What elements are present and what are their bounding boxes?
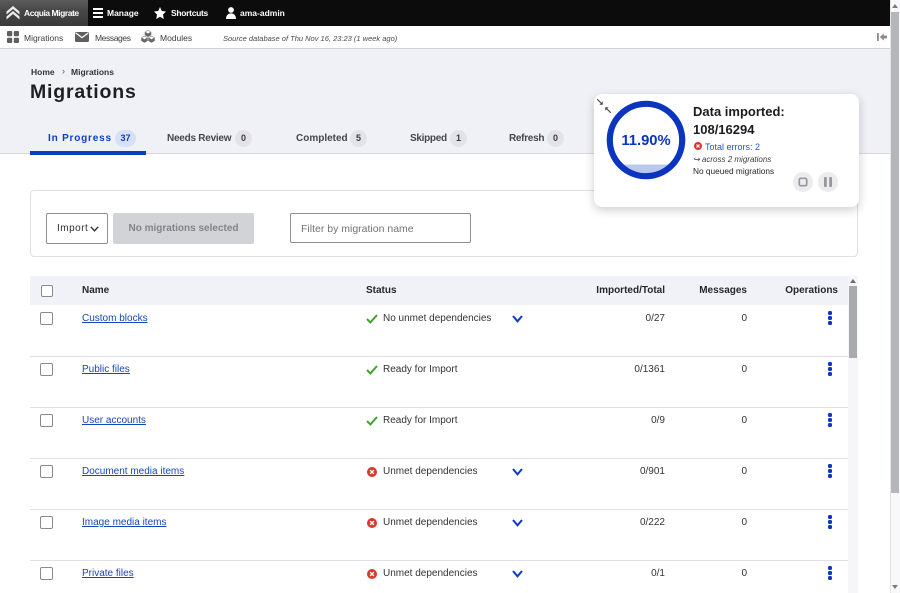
svg-text:11.90%: 11.90%	[621, 133, 670, 149]
